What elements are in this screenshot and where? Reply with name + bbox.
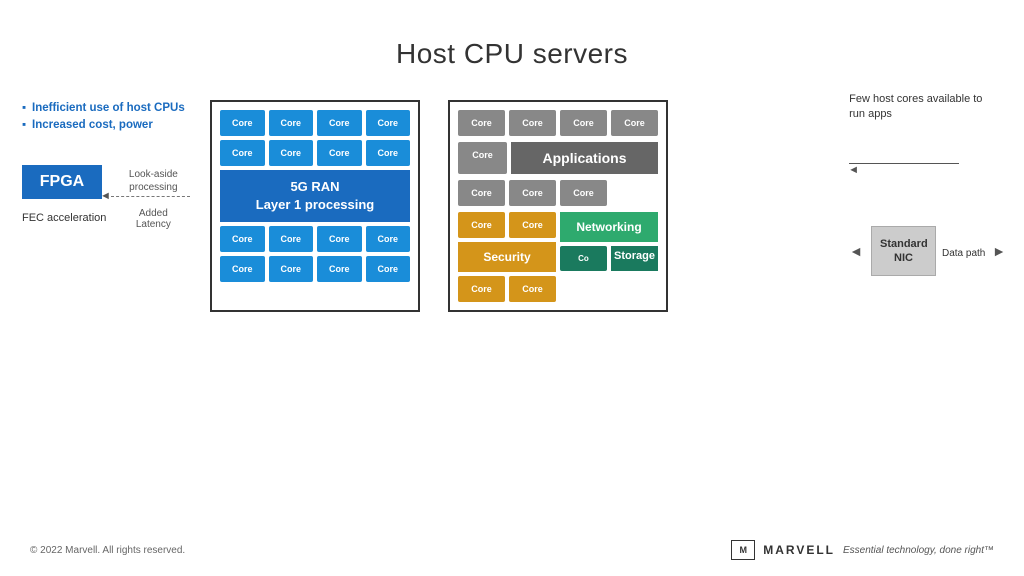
- host-cell: Core: [458, 110, 505, 136]
- copyright: © 2022 Marvell. All rights reserved.: [30, 545, 185, 556]
- host-cell: Core: [560, 180, 607, 206]
- bullet-annotations: Inefficient use of host CPUs Increased c…: [22, 100, 185, 135]
- host-lower-section: Core Core Security Core Core Networking: [458, 212, 658, 302]
- right-side: Few host cores available to run apps ◄ ◄…: [849, 92, 1006, 276]
- ran-cpu-box: Core Core Core Core Core Core Core Core …: [210, 100, 420, 312]
- ran-cell: Core: [317, 256, 362, 282]
- annotation-line: ◄: [849, 163, 959, 176]
- applications-label: Applications: [511, 142, 658, 174]
- storage-label: Storage: [611, 246, 658, 271]
- ran-grid: Core Core Core Core Core Core Core Core …: [220, 110, 410, 282]
- ran-center-label: 5G RAN Layer 1 processing: [220, 170, 410, 222]
- host-cell-empty: [611, 180, 658, 206]
- host-cell-yellow: Core: [509, 212, 556, 238]
- host-cell-yellow: Core: [458, 276, 505, 302]
- added-latency-label: Added Latency: [122, 208, 185, 230]
- marvell-logo: M MARVELL Essential technology, done rig…: [731, 540, 994, 560]
- host-cell: Core: [611, 110, 658, 136]
- tagline: Essential technology, done right™: [843, 545, 994, 556]
- ran-cell: Core: [220, 226, 265, 252]
- footer: © 2022 Marvell. All rights reserved. M M…: [0, 540, 1024, 560]
- host-app-row: Core Applications: [458, 142, 658, 174]
- ran-cell: Core: [269, 256, 314, 282]
- host-top-section: Core Core Core Core: [458, 110, 658, 136]
- ran-cell: Core: [269, 110, 314, 136]
- host-cell-stor: Co: [560, 246, 607, 271]
- ran-cell: Core: [366, 110, 411, 136]
- fpga-box: FPGA: [22, 165, 102, 199]
- networking-label: Networking: [560, 212, 658, 242]
- ran-cell: Core: [269, 140, 314, 166]
- ran-cell: Core: [269, 226, 314, 252]
- ran-cell: Core: [220, 110, 265, 136]
- annotation-arrow-container: ◄: [849, 163, 1006, 176]
- host-cell: Core: [560, 110, 607, 136]
- nic-section: ◄ Standard NIC Data path ►: [849, 226, 1006, 277]
- host-layout: Core Core Core Core Core Applications Co…: [458, 110, 658, 302]
- host-cell: Core: [458, 142, 507, 174]
- marvell-icon: M: [731, 540, 755, 560]
- left-arrow-icon: ◄: [849, 243, 863, 259]
- host-cell: Core: [458, 180, 505, 206]
- boxes-row: Core Core Core Core Core Core Core Core …: [210, 100, 668, 312]
- security-label: Security: [458, 242, 556, 272]
- host-networking-storage-section: Networking Co Storage: [560, 212, 658, 302]
- ran-cell: Core: [366, 256, 411, 282]
- ran-cell: Core: [366, 140, 411, 166]
- host-cell-yellow: Core: [509, 276, 556, 302]
- host-cell-yellow: Core: [458, 212, 505, 238]
- left-side: Inefficient use of host CPUs Increased c…: [22, 100, 185, 224]
- ran-cell: Core: [317, 140, 362, 166]
- data-path-label: Data path ►: [942, 243, 1006, 259]
- ran-cell: Core: [317, 226, 362, 252]
- bullet-1: Inefficient use of host CPUs: [22, 100, 185, 117]
- host-cell: Core: [509, 180, 556, 206]
- ran-cell: Core: [366, 226, 411, 252]
- bullet-2: Increased cost, power: [22, 117, 185, 134]
- ran-cell: Core: [220, 256, 265, 282]
- ran-cell: Core: [220, 140, 265, 166]
- marvell-name: MARVELL: [763, 543, 835, 557]
- nic-box: Standard NIC: [871, 226, 936, 277]
- host-cell: Core: [509, 110, 556, 136]
- dashed-arrow: ◄: [100, 190, 190, 202]
- diagram-wrapper: Inefficient use of host CPUs Increased c…: [0, 80, 1024, 536]
- page-title: Host CPU servers: [0, 0, 1024, 70]
- few-cores-label: Few host cores available to run apps: [849, 92, 989, 123]
- host-security-section: Core Core Security Core Core: [458, 212, 556, 302]
- host-cpu-box: Core Core Core Core Core Applications Co…: [448, 100, 668, 312]
- ran-cell: Core: [317, 110, 362, 136]
- host-mid-row: Core Core Core: [458, 180, 658, 206]
